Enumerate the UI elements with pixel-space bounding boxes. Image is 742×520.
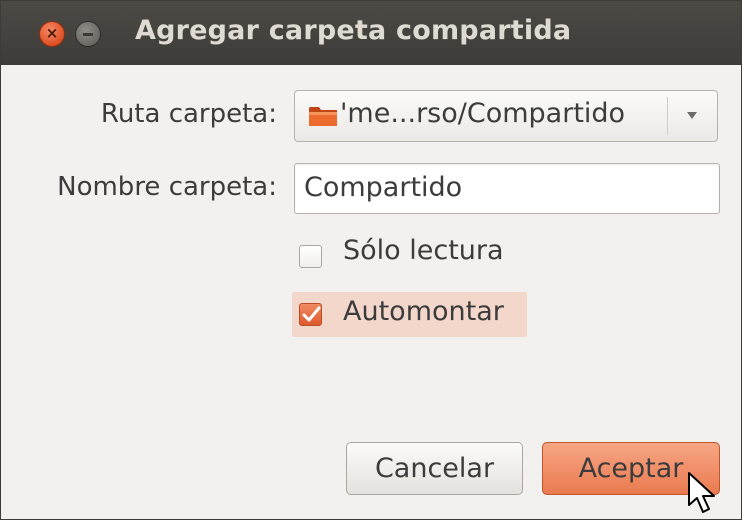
folder-name-value: Compartido bbox=[304, 172, 463, 203]
shared-folder-dialog: × Agregar carpeta compartida Ruta carpet… bbox=[0, 0, 742, 520]
minimize-icon bbox=[83, 33, 93, 36]
folder-path-value: 'me...rso/Compartido bbox=[340, 98, 626, 129]
folder-name-label: Nombre carpeta: bbox=[57, 172, 277, 202]
close-button[interactable]: × bbox=[39, 21, 65, 47]
title-bar: × Agregar carpeta compartida bbox=[1, 1, 741, 65]
minimize-button[interactable] bbox=[75, 21, 101, 47]
folder-path-label: Ruta carpeta: bbox=[100, 99, 277, 129]
checkmark-icon bbox=[302, 306, 321, 322]
chevron-down-icon[interactable] bbox=[687, 112, 697, 119]
close-icon: × bbox=[45, 24, 59, 42]
folder-path-combobox[interactable]: 'me...rso/Compartido bbox=[294, 90, 718, 142]
automount-label-text: Automontar bbox=[343, 296, 504, 327]
automount-checkbox[interactable] bbox=[299, 303, 322, 326]
readonly-checkbox[interactable] bbox=[299, 245, 322, 268]
cancel-button[interactable]: Cancelar bbox=[346, 442, 523, 495]
automount-label[interactable]: Automontar bbox=[343, 296, 504, 327]
readonly-label[interactable]: Sólo lectura bbox=[343, 235, 504, 266]
folder-name-input[interactable]: Compartido bbox=[294, 163, 720, 214]
mouse-pointer-icon bbox=[688, 472, 715, 513]
folder-icon bbox=[309, 107, 337, 126]
window-title: Agregar carpeta compartida bbox=[135, 15, 572, 46]
readonly-label-text: Sólo lectura bbox=[343, 235, 504, 266]
combo-separator bbox=[667, 97, 668, 135]
